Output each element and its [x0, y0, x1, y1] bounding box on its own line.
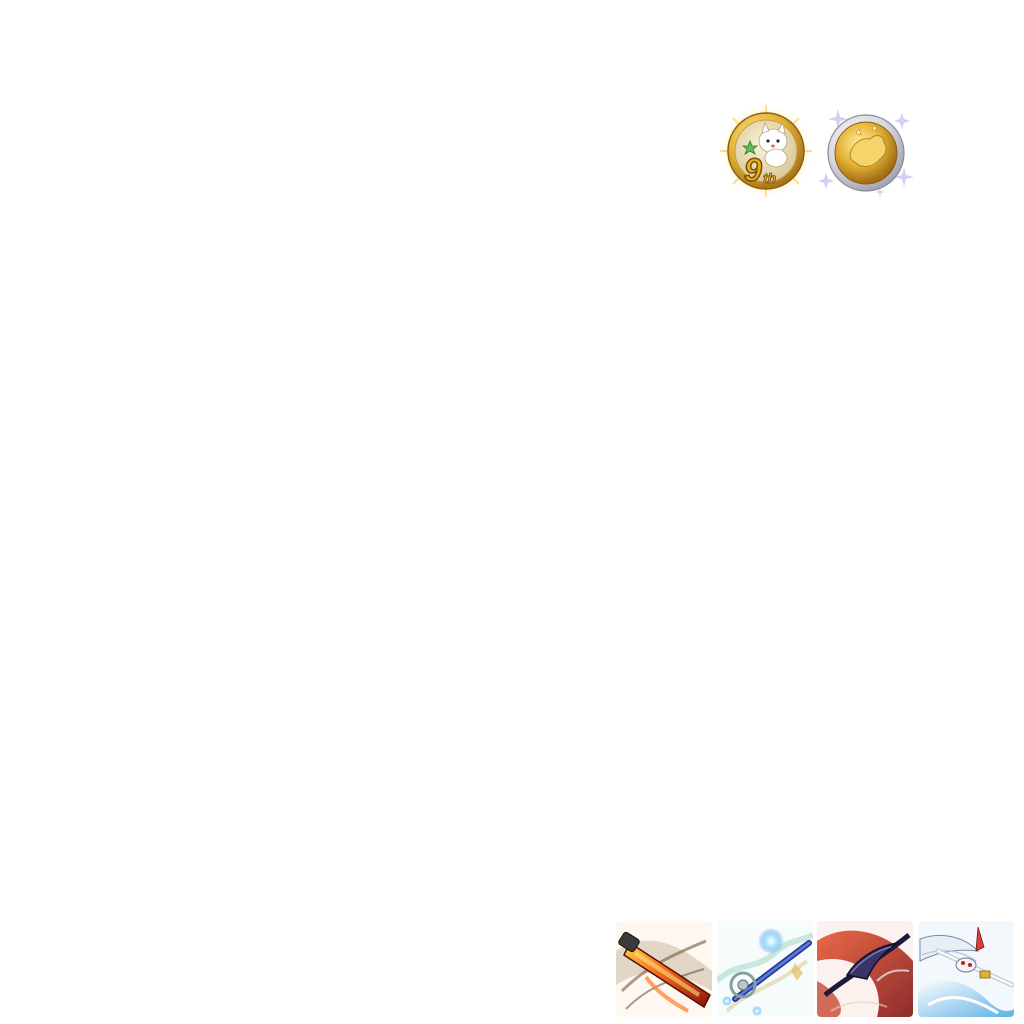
- white-winged-blade-icon[interactable]: [918, 921, 1014, 1017]
- anniversary-number-label: 9: [744, 152, 762, 188]
- dark-scythe-icon[interactable]: [817, 921, 913, 1017]
- flame-greatsword-icon[interactable]: [616, 921, 712, 1017]
- crystal-staff-icon[interactable]: [717, 921, 813, 1017]
- anniversary-9th-medal-icon[interactable]: 9 th: [718, 103, 814, 199]
- silver-gold-medal-icon[interactable]: [818, 103, 914, 199]
- item-sheet: 9 th: [0, 0, 1024, 1024]
- anniversary-suffix-label: th: [763, 170, 776, 186]
